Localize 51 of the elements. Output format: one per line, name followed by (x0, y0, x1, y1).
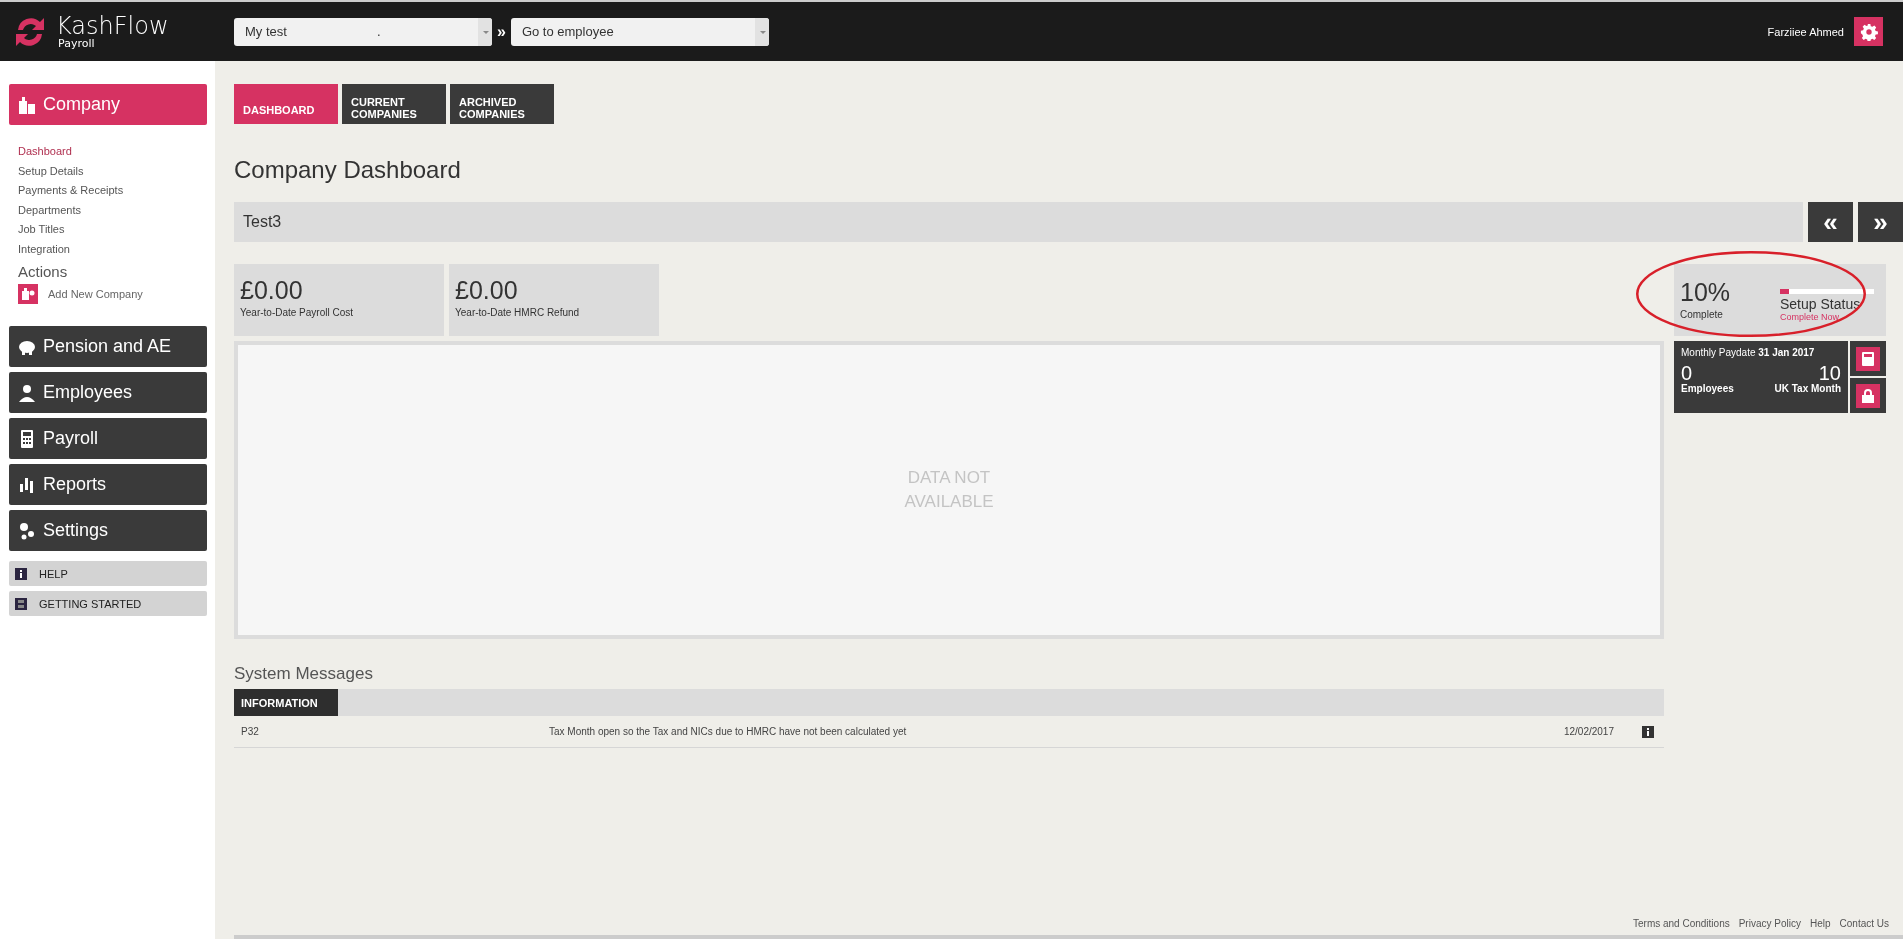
complete-label: Complete (1680, 309, 1724, 320)
page-title: Company Dashboard (234, 156, 462, 184)
stat-value: £0.00 (240, 276, 304, 305)
sidebar-link[interactable]: Departments (18, 200, 207, 220)
nav-item[interactable]: Pension and AE (9, 326, 207, 367)
actions-heading: Actions (18, 263, 69, 280)
information-tab[interactable]: INFORMATION (234, 689, 338, 716)
tab[interactable]: DASHBOARD (234, 84, 338, 124)
sidebar-link[interactable]: Setup Details (18, 161, 207, 181)
stat-label: Year-to-Date HMRC Refund (455, 307, 581, 318)
previous-button[interactable]: « (1808, 202, 1853, 242)
sidebar-link-button[interactable]: HELP (9, 561, 207, 586)
footer-link[interactable]: Privacy Policy (1738, 918, 1801, 929)
paydate-label: Monthly Paydate 31 Jan 2017 (1681, 347, 1816, 358)
complete-now-link[interactable]: Complete Now (1780, 312, 1880, 322)
logo-subtitle: Payroll (57, 38, 96, 49)
message-date: 12/02/2017 (1563, 726, 1614, 737)
section-title: System Messages (234, 664, 374, 684)
sidebar-link[interactable]: Payments & Receipts (18, 181, 207, 201)
message-text: Tax Month open so the Tax and NICs due to HMRC have not been calculated yet (549, 726, 908, 737)
percent-complete: 10% (1680, 278, 1732, 307)
setup-status-title: Setup Status (1780, 296, 1862, 312)
tab[interactable]: CURRENT COMPANIES (342, 84, 446, 124)
employee-count: 0 (1681, 363, 1694, 383)
footer-link[interactable]: Contact Us (1839, 918, 1889, 929)
tax-month-label: UK Tax Month (1774, 383, 1841, 394)
message-code: P32 (241, 726, 260, 737)
nav-item[interactable]: Settings (9, 510, 207, 551)
nav-item[interactable]: Company (9, 84, 207, 125)
separator: » (497, 22, 506, 41)
sidebar-link-button[interactable]: GETTING STARTED (9, 591, 207, 616)
sidebar-link[interactable]: Job Titles (18, 220, 207, 240)
footer-link[interactable]: Terms and Conditions (1633, 918, 1730, 929)
nav-item[interactable]: Payroll (9, 418, 207, 459)
logo-name: KashFlow (56, 14, 169, 38)
employees-label: Employees (1681, 383, 1734, 394)
company-select[interactable]: My test . (234, 17, 492, 46)
tax-month-number: 10 (1818, 363, 1841, 383)
nav-item[interactable]: Employees (9, 372, 207, 413)
add-company-link[interactable]: Add New Company (48, 288, 143, 300)
stat-label: Year-to-Date Payroll Cost (240, 307, 354, 318)
user-name[interactable]: Farziiee Ahmed (1767, 25, 1844, 38)
employee-select[interactable]: Go to employee (510, 17, 769, 46)
sidebar-link[interactable]: Dashboard (18, 142, 207, 162)
sidebar-link[interactable]: Integration (18, 239, 207, 259)
next-button[interactable]: » (1858, 202, 1903, 242)
tab[interactable]: ARCHIVED COMPANIES (450, 84, 554, 124)
stat-value: £0.00 (455, 276, 519, 305)
company-name-bar: Test3 (234, 202, 1803, 242)
nav-item[interactable]: Reports (9, 464, 207, 505)
footer-link[interactable]: Help (1809, 918, 1831, 929)
